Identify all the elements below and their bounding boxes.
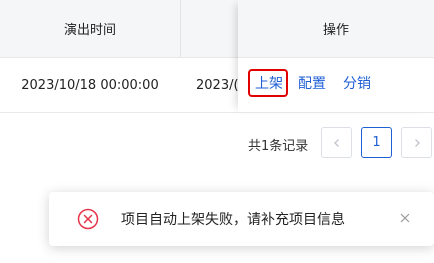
prev-page-button[interactable] xyxy=(321,127,352,158)
chevron-right-icon xyxy=(414,138,420,147)
next-page-button[interactable] xyxy=(401,127,432,158)
publish-link[interactable]: 上架 xyxy=(255,73,283,93)
chevron-left-icon xyxy=(333,138,339,147)
actions-cell: 上架 配置 分销 xyxy=(238,58,434,113)
column-header-2 xyxy=(181,0,238,57)
pagination-total: 共1条记录 xyxy=(248,139,309,154)
distribution-link[interactable]: 分销 xyxy=(343,73,371,93)
data-table: 演出时间 2023/10/18 00:00:00 2023/( 操作 上架 配置… xyxy=(0,0,434,113)
config-link[interactable]: 配置 xyxy=(298,73,326,93)
cell-show-time: 2023/10/18 00:00:00 xyxy=(21,77,159,93)
fixed-actions-column: 操作 上架 配置 分销 xyxy=(238,0,434,113)
page-number-button[interactable]: 1 xyxy=(361,127,392,158)
error-circle-icon xyxy=(77,208,99,230)
column-header-actions: 操作 xyxy=(238,0,434,58)
toast-close-button[interactable] xyxy=(395,208,415,228)
column-header-show-time: 演出时间 xyxy=(63,23,116,38)
toast-message: 项目自动上架失败，请补充项目信息 xyxy=(121,212,345,228)
error-toast: 项目自动上架失败，请补充项目信息 xyxy=(49,192,434,246)
close-icon xyxy=(400,213,410,223)
